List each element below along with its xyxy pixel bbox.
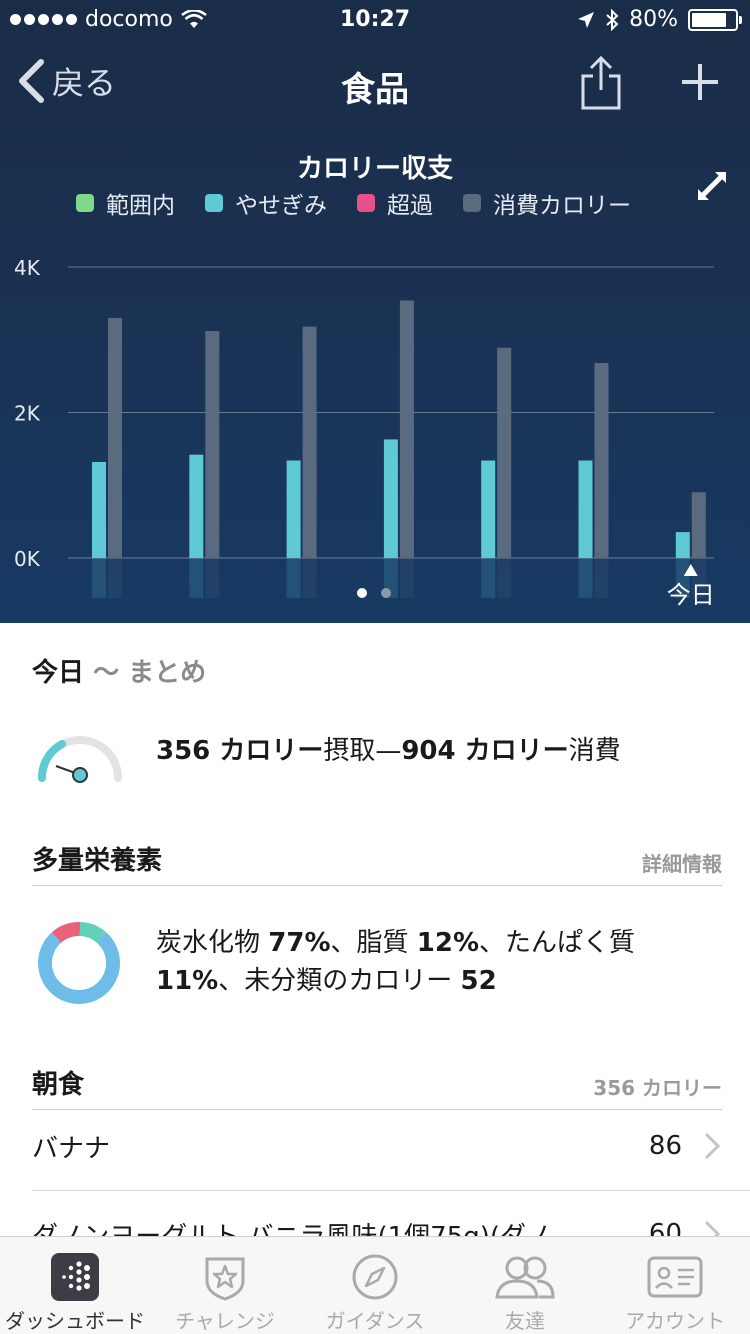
- status-bar: docomo 10:27 80%: [0, 0, 750, 40]
- donut-segment-protein: [79, 922, 107, 943]
- page-title: 食品: [341, 70, 409, 110]
- breakfast-total: 356 カロリー: [593, 1076, 722, 1100]
- summary-heading: 今日 〜 まとめ: [32, 658, 207, 688]
- chart-page-indicator[interactable]: [357, 588, 391, 598]
- food-header-panel: docomo 10:27 80% 戻る 食品 カロリー収支 範囲内 やせぎみ 超…: [0, 0, 750, 623]
- burned-bar[interactable]: [594, 363, 609, 558]
- breakfast-heading: 朝食: [32, 1070, 85, 1100]
- bluetooth-icon: [606, 8, 619, 31]
- tab-label: チャレンジ: [175, 1309, 275, 1333]
- chart-title: カロリー収支: [296, 154, 453, 184]
- chevron-right-icon: [704, 1132, 721, 1160]
- intake-bar[interactable]: [189, 454, 204, 558]
- legend-swatch: [76, 194, 94, 212]
- bar-reflection: [92, 558, 106, 598]
- tab-label: アカウント: [625, 1309, 725, 1333]
- intake-bar[interactable]: [92, 461, 106, 558]
- legend-item-under: やせぎみ: [205, 186, 327, 220]
- legend-item-burned: 消費カロリー: [463, 186, 631, 220]
- legend-item-in-range: 範囲内: [76, 186, 175, 220]
- friends-icon: [495, 1256, 555, 1299]
- tab-account[interactable]: アカウント: [600, 1237, 750, 1334]
- intake-bar[interactable]: [481, 460, 496, 558]
- intake-bar[interactable]: [675, 532, 690, 558]
- chart-legend: 範囲内 やせぎみ 超過 消費カロリー: [76, 186, 661, 220]
- tab-label: ダッシュボード: [5, 1309, 145, 1333]
- calorie-summary: 356 カロリー摂取—904 カロリー消費: [156, 736, 621, 766]
- tab-label: ガイダンス: [325, 1309, 425, 1333]
- macro-donut-chart: [38, 922, 120, 1004]
- bar-reflection: [497, 558, 512, 598]
- macros-section-header: 多量栄養素 詳細情報: [32, 840, 722, 886]
- expand-icon[interactable]: [694, 168, 730, 204]
- macro-breakdown: 炭水化物 77%、脂質 12%、たんぱく質 11%、未分類のカロリー 52: [156, 928, 636, 996]
- y-tick-label: 2K: [14, 402, 41, 426]
- x-tick-label: 今日: [667, 581, 715, 609]
- legend-swatch: [357, 194, 375, 212]
- tab-label: 友達: [505, 1309, 545, 1333]
- calorie-gauge-icon: [37, 736, 122, 783]
- tab-friends[interactable]: 友達: [450, 1237, 600, 1334]
- page-dot: [381, 588, 391, 598]
- intake-bar[interactable]: [578, 460, 593, 558]
- compass-icon: [352, 1254, 398, 1300]
- location-arrow-icon: [578, 11, 595, 28]
- dashboard-dots-icon: [51, 1253, 99, 1301]
- burned-bar[interactable]: [205, 331, 220, 558]
- calorie-balance-chart: 4K 2K 0K 今日: [14, 256, 715, 609]
- burned-bar[interactable]: [691, 492, 706, 558]
- legend-swatch: [463, 194, 481, 212]
- tab-bar: ダッシュボード チャレンジ ガイダンス 友達 アカウント: [0, 1236, 750, 1334]
- legend-swatch: [205, 194, 223, 212]
- legend-item-over: 超過: [357, 186, 433, 220]
- bar-reflection: [286, 558, 301, 598]
- donut-segment-carbs: [38, 932, 120, 1004]
- macros-heading: 多量栄養素: [32, 846, 163, 876]
- battery-percent: 80%: [629, 7, 678, 32]
- share-icon[interactable]: [578, 54, 624, 112]
- y-tick-label: 4K: [14, 256, 41, 280]
- burned-bar[interactable]: [108, 317, 122, 558]
- battery-icon: [688, 8, 742, 31]
- food-name: バナナ: [32, 1133, 111, 1164]
- food-calories: 86: [648, 1131, 682, 1161]
- burned-bar[interactable]: [497, 347, 512, 558]
- page-dot-active: [357, 588, 367, 598]
- burned-bar[interactable]: [399, 300, 414, 558]
- tab-dashboard[interactable]: ダッシュボード: [0, 1237, 150, 1334]
- donut-segment-fat: [51, 922, 81, 944]
- id-card-icon: [647, 1256, 703, 1298]
- intake-bar[interactable]: [383, 439, 398, 558]
- navigation-bar: 戻る 食品: [0, 44, 750, 124]
- star-badge-icon: [205, 1257, 245, 1301]
- tab-guidance[interactable]: ガイダンス: [300, 1237, 450, 1334]
- food-row[interactable]: バナナ 86: [32, 1102, 722, 1190]
- bar-reflection: [205, 558, 220, 598]
- intake-bar[interactable]: [286, 460, 301, 558]
- bar-reflection: [189, 558, 204, 598]
- bar-reflection: [399, 558, 414, 598]
- macros-detail-link[interactable]: 詳細情報: [642, 848, 722, 877]
- bar-reflection: [481, 558, 496, 598]
- bar-reflection: [302, 558, 317, 598]
- tab-challenges[interactable]: チャレンジ: [150, 1237, 300, 1334]
- burned-bar[interactable]: [302, 326, 317, 558]
- y-tick-label: 0K: [14, 547, 41, 571]
- bar-reflection: [578, 558, 593, 598]
- bar-reflection: [594, 558, 609, 598]
- bar-reflection: [108, 558, 122, 598]
- add-icon[interactable]: [680, 62, 720, 102]
